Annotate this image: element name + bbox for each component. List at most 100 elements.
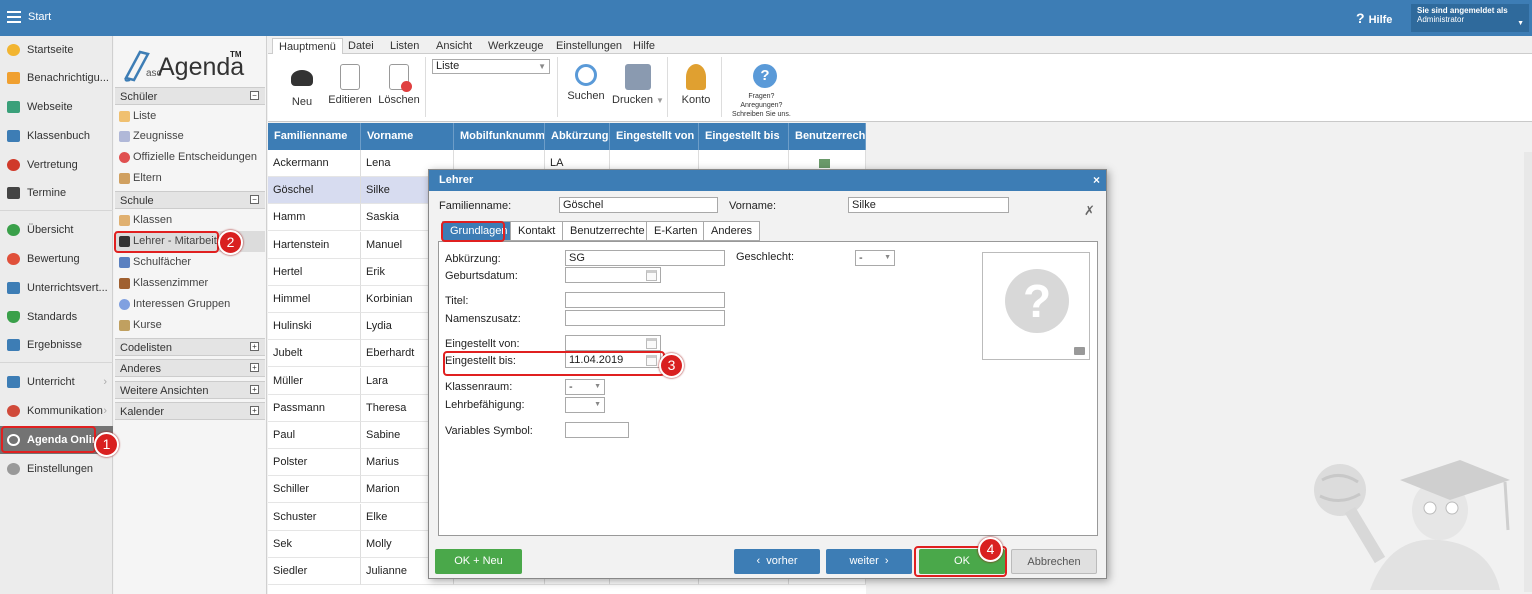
cancel-button[interactable]: Abbrechen [1011, 549, 1097, 574]
close-icon[interactable]: × [1093, 170, 1100, 191]
section-codelisten[interactable]: Codelisten + [115, 338, 265, 356]
vorname-field[interactable]: Silke [848, 197, 1009, 213]
section-schueler[interactable]: Schüler − [115, 87, 265, 105]
klassenraum-select[interactable]: - ▼ [565, 379, 605, 395]
folder-icon[interactable] [1074, 347, 1085, 355]
tab-hauptmenue[interactable]: Hauptmenü [272, 38, 343, 54]
cell-familienname: Hulinski [268, 313, 361, 341]
start-link[interactable]: Start [28, 11, 51, 23]
nav-webseite[interactable]: Webseite [0, 93, 113, 121]
tab-werkzeuge[interactable]: Werkzeuge [482, 38, 549, 54]
chevron-right-icon: › [103, 376, 107, 388]
tab-listen[interactable]: Listen [384, 38, 425, 54]
nav-uebersicht[interactable]: Übersicht [0, 216, 113, 244]
sidebar-item-interessen[interactable]: Interessen Gruppen [115, 294, 265, 315]
nav-kommunikation[interactable]: Kommunikation › [0, 397, 113, 425]
column-header-abkuerzung[interactable]: Abkürzung [545, 123, 610, 150]
titel-field[interactable] [565, 292, 725, 308]
print-button[interactable]: Drucken ▼ [610, 60, 666, 115]
tab-hilfe[interactable]: Hilfe [627, 38, 661, 54]
expand-icon[interactable]: + [250, 363, 259, 372]
tab-datei[interactable]: Datei [342, 38, 380, 54]
sidebar-item-schulfaecher[interactable]: Schulfächer [115, 252, 265, 273]
calendar-icon[interactable] [646, 270, 657, 281]
chevron-left-icon: ‹ [756, 555, 767, 567]
question-icon: ? [1005, 269, 1069, 333]
sidebar-item-entscheidungen[interactable]: Offizielle Entscheidungen [115, 147, 265, 168]
collapse-icon[interactable]: − [250, 195, 259, 204]
sidebar-item-klassenzimmer[interactable]: Klassenzimmer [115, 273, 265, 294]
nav-unterricht[interactable]: Unterricht › [0, 368, 113, 396]
tab-ansicht[interactable]: Ansicht [430, 38, 478, 54]
abkuerzung-field[interactable]: SG [565, 250, 725, 266]
expand-icon[interactable]: + [250, 406, 259, 415]
tab-anderes[interactable]: Anderes [703, 221, 760, 241]
nav-termine[interactable]: Termine [0, 179, 113, 207]
cell-familienname: Paul [268, 422, 361, 449]
tab-e-karten[interactable]: E-Karten [646, 221, 706, 241]
nav-unterrichtsverteilung[interactable]: Unterrichtsvert... [0, 274, 113, 302]
tab-kontakt[interactable]: Kontakt [510, 221, 564, 241]
list-view-select[interactable]: Liste ▼ [432, 59, 550, 74]
section-schule[interactable]: Schule − [115, 191, 265, 209]
next-button[interactable]: weiter › [826, 549, 912, 574]
nav-benachrichtigungen[interactable]: Benachrichtigu... [0, 64, 113, 92]
cell-familienname: Göschel [268, 177, 361, 205]
column-header-mobil[interactable]: Mobilfunknummer [454, 123, 545, 150]
sidebar-item-liste[interactable]: Liste [115, 106, 265, 127]
nav-label: Übersicht [27, 224, 74, 236]
user-menu[interactable]: Sie sind angemeldet als Administrator ▼ [1411, 4, 1529, 32]
previous-button[interactable]: ‹ vorher [734, 549, 820, 574]
tab-einstellungen[interactable]: Einstellungen [550, 38, 628, 54]
account-button[interactable]: Konto [671, 60, 721, 115]
sidebar-item-kurse[interactable]: Kurse [115, 315, 265, 336]
column-header-familienname[interactable]: Familienname [268, 123, 361, 150]
nav-ergebnisse[interactable]: Ergebnisse [0, 331, 113, 359]
variables-symbol-field[interactable] [565, 422, 629, 438]
help-button[interactable]: ? Hilfe [1356, 10, 1392, 26]
nav-einstellungen[interactable]: Einstellungen [0, 455, 113, 483]
lehrbefaehigung-select[interactable]: ▼ [565, 397, 605, 413]
sidebar-item-klassen[interactable]: Klassen [115, 210, 265, 231]
edit-button[interactable]: Editieren [325, 60, 375, 115]
collapse-icon[interactable]: − [250, 91, 259, 100]
namenszusatz-field[interactable] [565, 310, 725, 326]
sidebar-item-eltern[interactable]: Eltern [115, 168, 265, 189]
nav-klassenbuch[interactable]: Klassenbuch [0, 122, 113, 150]
sidebar-item-zeugnisse[interactable]: Zeugnisse [115, 126, 265, 147]
search-button[interactable]: Suchen [561, 60, 611, 115]
feedback-button[interactable]: ? Fragen? Anregungen? Schreiben Sie uns. [732, 60, 798, 118]
delete-button[interactable]: Löschen [374, 60, 424, 115]
familienname-field[interactable]: Göschel [559, 197, 718, 213]
section-kalender[interactable]: Kalender + [115, 402, 265, 420]
geburtsdatum-field[interactable] [565, 267, 661, 283]
nav-bewertung[interactable]: Bewertung [0, 245, 113, 273]
section-weitere[interactable]: Weitere Ansichten + [115, 381, 265, 399]
chevron-down-icon[interactable]: ▼ [656, 96, 664, 105]
geschlecht-select[interactable]: - ▼ [855, 250, 895, 266]
column-header-benutzerrechte[interactable]: Benutzerrechte [789, 123, 866, 150]
ok-new-button[interactable]: OK + Neu [435, 549, 522, 574]
expand-icon[interactable]: + [250, 385, 259, 394]
column-header-vorname[interactable]: Vorname [361, 123, 454, 150]
expand-icon[interactable]: + [250, 342, 259, 351]
nav-vertretung[interactable]: Vertretung [0, 151, 113, 179]
new-button[interactable]: Neu [277, 60, 327, 115]
column-header-bis[interactable]: Eingestellt bis [699, 123, 789, 150]
nav-startseite[interactable]: Startseite [0, 36, 113, 64]
tools-icon[interactable]: ✗ [1084, 203, 1098, 218]
calendar-icon[interactable] [646, 338, 657, 349]
photo-placeholder[interactable]: ? [982, 252, 1090, 360]
tab-benutzerrechte[interactable]: Benutzerrechte [562, 221, 653, 241]
scrollbar[interactable] [1524, 152, 1532, 592]
select-value: Liste [436, 60, 460, 72]
cell-familienname: Ackermann [268, 150, 361, 177]
menu-icon[interactable] [7, 11, 21, 23]
lehrbefaehigung-label: Lehrbefähigung: [445, 399, 525, 411]
chat-icon [7, 405, 20, 417]
column-header-von[interactable]: Eingestellt von [610, 123, 699, 150]
section-anderes[interactable]: Anderes + [115, 359, 265, 377]
eingestellt-von-field[interactable] [565, 335, 661, 351]
nav-standards[interactable]: Standards [0, 303, 113, 331]
bar-chart-icon [7, 339, 20, 351]
